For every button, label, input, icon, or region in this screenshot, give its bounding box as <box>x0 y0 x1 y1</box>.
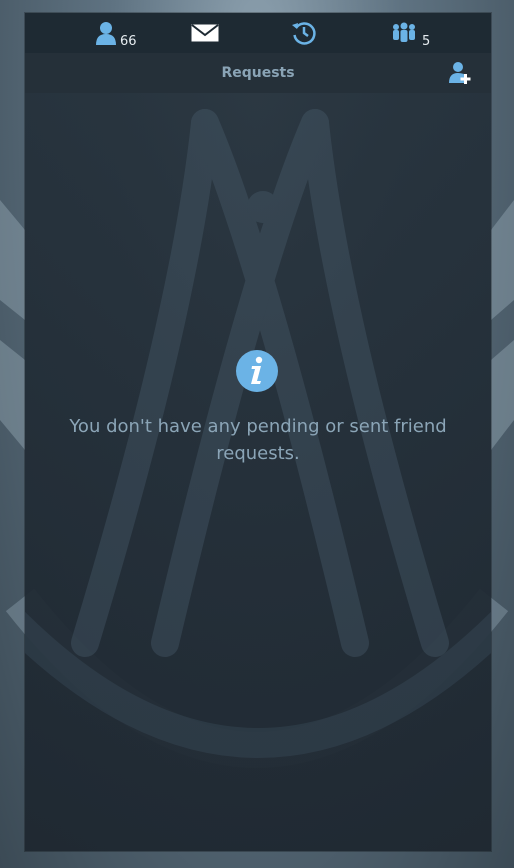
groups-count: 5 <box>422 34 431 49</box>
add-friend-button[interactable] <box>449 61 473 85</box>
group-icon <box>393 22 415 42</box>
tab-friends[interactable]: 66 <box>95 13 145 53</box>
add-friend-icon <box>449 62 471 84</box>
info-icon <box>236 350 278 392</box>
empty-state-message: You don't have any pending or sent frien… <box>69 416 447 464</box>
tab-groups[interactable]: 5 <box>392 13 442 53</box>
tab-messages[interactable] <box>191 13 221 53</box>
top-nav-bar: 66 5 <box>25 13 491 53</box>
tab-recent[interactable] <box>291 13 321 53</box>
envelope-icon <box>191 24 219 42</box>
friends-count: 66 <box>120 34 137 49</box>
page-title: Requests <box>221 65 295 81</box>
history-icon <box>292 22 316 45</box>
person-icon <box>96 22 116 45</box>
friends-panel: 66 5 Requests You don't have any pending… <box>25 13 491 851</box>
requests-header: Requests <box>25 53 491 93</box>
